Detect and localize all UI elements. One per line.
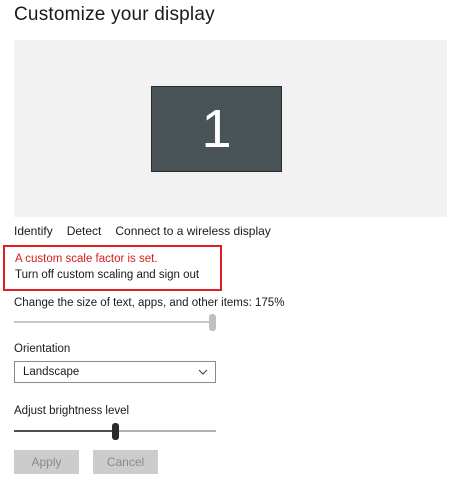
brightness-slider-thumb[interactable] [112,423,119,440]
orientation-selected-value: Landscape [23,366,80,378]
scale-slider-thumb[interactable] [209,314,216,331]
turn-off-custom-scaling-link[interactable]: Turn off custom scaling and sign out [15,269,199,281]
monitor-1[interactable]: 1 [151,86,282,172]
identify-link[interactable]: Identify [14,224,53,238]
detect-link[interactable]: Detect [67,224,102,238]
brightness-slider-fill [14,430,116,432]
scale-label: Change the size of text, apps, and other… [14,297,285,309]
monitor-number: 1 [201,99,232,159]
custom-scale-warning: A custom scale factor is set. Turn off c… [3,245,222,291]
orientation-label: Orientation [14,343,71,355]
display-arrangement-area: 1 [14,40,447,217]
brightness-slider[interactable] [14,423,216,440]
page-title: Customize your display [14,4,215,25]
display-links: Identify Detect Connect to a wireless di… [14,224,271,238]
scale-slider-fill [14,321,213,323]
apply-button[interactable]: Apply [14,450,79,474]
warning-message: A custom scale factor is set. [15,253,158,265]
chevron-down-icon [198,369,208,375]
connect-wireless-display-link[interactable]: Connect to a wireless display [115,224,270,238]
brightness-label: Adjust brightness level [14,405,130,417]
scale-slider[interactable] [14,314,216,331]
cancel-button[interactable]: Cancel [93,450,158,474]
display-settings-page: Customize your display 1 Identify Detect… [0,0,474,479]
orientation-dropdown[interactable]: Landscape [14,361,216,383]
